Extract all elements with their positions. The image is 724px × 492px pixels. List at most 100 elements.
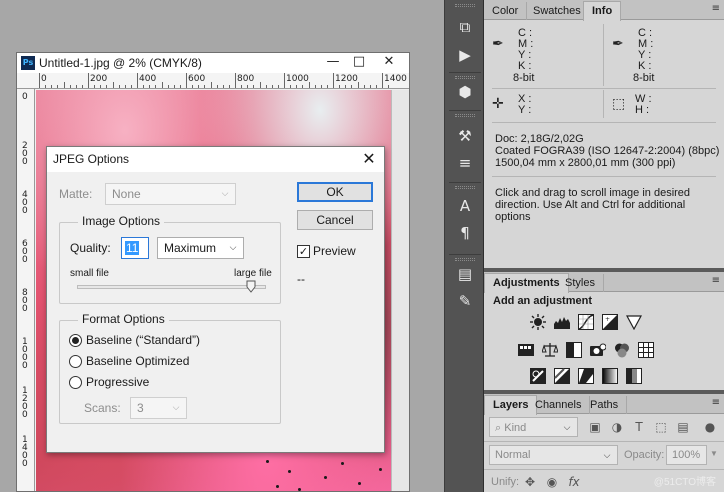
jpeg-options-dialog[interactable]: JPEG Options ✕ Matte: None ⌵ Image Optio… [46, 146, 385, 453]
file-size-text: -- [297, 272, 305, 286]
gradient-map-icon[interactable] [602, 368, 618, 384]
tab-adjustments[interactable]: Adjustments [484, 273, 569, 293]
ruler-h-minor-tick [253, 85, 255, 88]
scans-label: Scans: [84, 401, 121, 415]
vertical-scrollbar[interactable] [391, 90, 409, 491]
ruler-h-minor-tick [375, 85, 377, 88]
matte-select[interactable]: None ⌵ [105, 183, 236, 205]
blend-mode-select[interactable]: Normal ⌵ [489, 445, 618, 465]
ok-button[interactable]: OK [297, 182, 373, 202]
ruler-h-tick [186, 73, 187, 88]
color-lookup-icon[interactable] [638, 342, 654, 358]
preview-checkbox[interactable]: ✓ [297, 245, 310, 258]
ruler-v-label: 0 [22, 92, 28, 102]
layer-kind-filter[interactable]: ⌕ Kind ⌵ [489, 417, 578, 437]
unify-style-icon[interactable]: fx [566, 474, 582, 490]
unify-position-icon[interactable]: ✥ [522, 474, 538, 490]
ruler-h-minor-tick [173, 85, 175, 88]
tab-info[interactable]: Info [583, 1, 622, 21]
curves-icon[interactable] [578, 314, 594, 330]
unify-visibility-icon[interactable]: ◉ [544, 474, 560, 490]
history-icon[interactable]: ⧉ [453, 15, 477, 39]
quality-value: 11 [125, 241, 140, 255]
kind-label: Kind [504, 422, 527, 434]
bit-depth-right: 8-bit [633, 72, 655, 84]
invert-icon[interactable] [530, 368, 546, 384]
vibrance-icon[interactable] [626, 314, 642, 330]
horizontal-ruler[interactable]: 0 200 400 600 800 1000 1200 1400 [17, 73, 409, 89]
exposure-icon[interactable]: + [602, 314, 618, 330]
progressive-radio[interactable] [69, 376, 82, 389]
large-file-label: large file [234, 268, 272, 279]
brush-presets-icon[interactable]: ⚒ [453, 124, 477, 148]
minimize-icon[interactable]: — [321, 53, 345, 72]
ruler-h-label: 1400 [384, 74, 407, 84]
photo-filter-icon[interactable] [590, 342, 606, 358]
vertical-ruler[interactable]: 0 200 400 600 800 1000 1200 1400 [17, 89, 35, 491]
dialog-titlebar[interactable]: JPEG Options ✕ [47, 147, 384, 172]
tab-swatches[interactable]: Swatches [525, 2, 590, 20]
ruler-h-minor-tick [351, 85, 353, 88]
3d-icon[interactable]: ⬢ [453, 80, 477, 104]
maximize-icon[interactable]: □ [347, 53, 371, 72]
ruler-h-minor-tick [247, 85, 249, 88]
posterize-icon[interactable] [554, 368, 570, 384]
color-balance-icon[interactable] [542, 342, 558, 358]
panel-menu-icon[interactable]: ≡ [712, 275, 720, 286]
document-titlebar[interactable]: Ps Untitled-1.jpg @ 2% (CMYK/8) — □ ✕ [17, 53, 409, 73]
close-icon[interactable]: ✕ [358, 149, 380, 169]
adjust-sliders-icon[interactable]: ≡ [453, 151, 477, 175]
play-action-icon[interactable]: ▶ [453, 43, 477, 67]
quality-preset-select[interactable]: Maximum ⌵ [157, 237, 244, 259]
channel-mixer-icon[interactable] [614, 342, 630, 358]
scans-select[interactable]: 3 ⌵ [130, 397, 187, 419]
ruler-h-minor-tick [106, 85, 108, 88]
selective-color-icon[interactable] [626, 368, 642, 384]
ruler-h-minor-tick [302, 85, 304, 88]
levels-icon[interactable] [554, 314, 570, 330]
opacity-input[interactable]: 100% [666, 445, 707, 465]
panel-menu-icon[interactable]: ≡ [712, 3, 720, 14]
tab-paths[interactable]: Paths [582, 396, 628, 414]
quality-slider-thumb[interactable] [246, 280, 256, 293]
black-white-icon[interactable] [566, 342, 582, 358]
tab-color[interactable]: Color [484, 2, 528, 20]
panel-menu-icon[interactable]: ≡ [712, 397, 720, 408]
chevron-down-icon: ⌵ [229, 243, 237, 253]
filter-adjustment-icon[interactable]: ◑ [609, 419, 625, 435]
filter-type-icon[interactable]: T [631, 419, 647, 435]
character-icon[interactable]: A [453, 194, 477, 218]
baseline-optimized-radio[interactable] [69, 355, 82, 368]
quality-input[interactable]: 11 [121, 237, 149, 259]
ruler-h-minor-tick [81, 85, 83, 88]
quality-slider-track[interactable] [77, 285, 266, 289]
filter-toggle-icon[interactable]: ● [702, 419, 718, 435]
doc-dimensions-text: 1500,04 mm x 2800,01 mm (300 ppi) [495, 157, 676, 169]
search-icon: ⌕ [495, 421, 502, 434]
ruler-h-tick [284, 73, 285, 88]
ruler-h-minor-tick [363, 85, 365, 88]
cancel-button[interactable]: Cancel [297, 210, 373, 230]
ruler-h-minor-tick [308, 82, 310, 88]
layer-comps-icon[interactable]: ▤ [453, 262, 477, 286]
ruler-h-tick [137, 73, 138, 88]
ruler-h-label: 200 [90, 74, 108, 84]
tab-channels[interactable]: Channels [527, 396, 591, 414]
doc-size-text: Doc: 2,18G/2,02G [495, 133, 584, 145]
filter-smart-object-icon[interactable]: ▤ [675, 419, 691, 435]
brightness-contrast-icon[interactable] [530, 314, 546, 330]
close-icon[interactable]: ✕ [377, 53, 401, 72]
threshold-icon[interactable] [578, 368, 594, 384]
ruler-h-minor-tick [94, 85, 96, 88]
paragraph-icon[interactable]: ¶ [453, 221, 477, 245]
opacity-chevron-icon[interactable]: ▼ [710, 449, 718, 458]
hue-saturation-icon[interactable] [518, 342, 534, 358]
notes-icon[interactable]: ✎ [453, 289, 477, 313]
ruler-h-minor-tick [265, 85, 267, 88]
filter-shape-icon[interactable]: ⬚ [653, 419, 669, 435]
ruler-h-label: 1000 [286, 74, 309, 84]
tab-styles[interactable]: Styles [557, 274, 604, 292]
baseline-standard-radio[interactable] [69, 334, 82, 347]
ruler-v-label: 1400 [22, 435, 28, 469]
filter-pixel-icon[interactable]: ▣ [587, 419, 603, 435]
